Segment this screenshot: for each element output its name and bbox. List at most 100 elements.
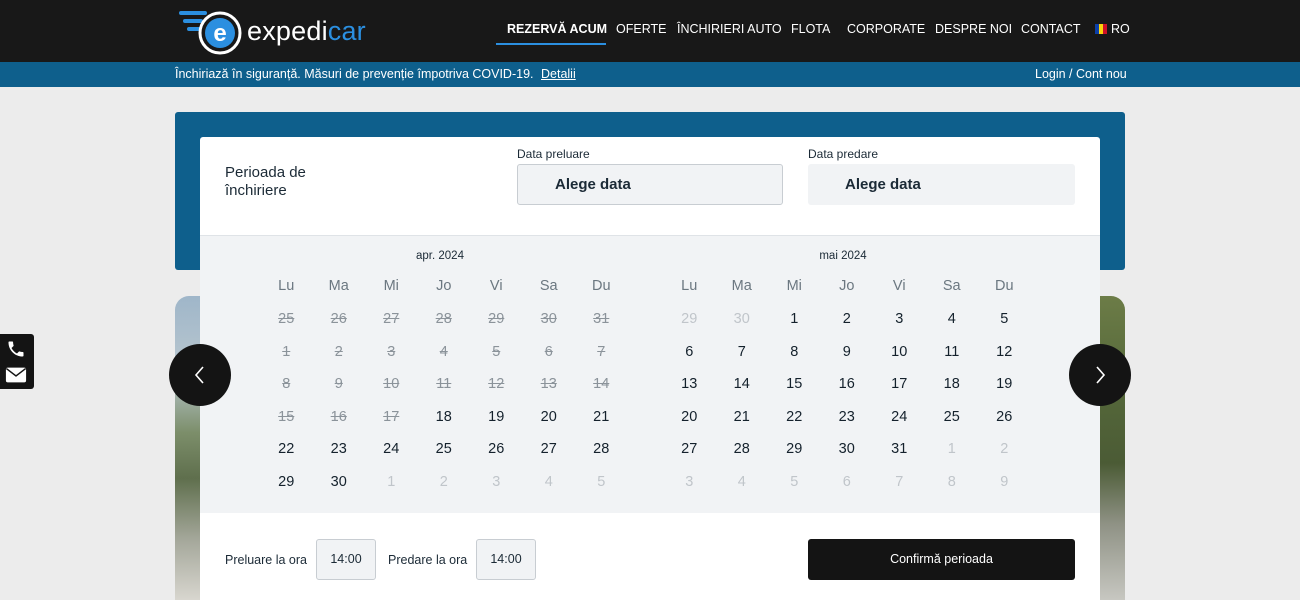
calendar-day[interactable]: 21 xyxy=(575,408,628,441)
confirm-period-button[interactable]: Confirmă perioada xyxy=(808,539,1075,580)
return-date-caption: Data predare xyxy=(808,147,879,161)
calendar-day-past: 16 xyxy=(330,408,347,425)
calendar-day[interactable]: 26 xyxy=(978,408,1031,441)
calendar-day[interactable]: 6 xyxy=(663,343,716,376)
calendar-day[interactable]: 28 xyxy=(716,440,769,473)
month-title: apr. 2024 xyxy=(416,250,464,262)
return-time-select[interactable]: 14:00 xyxy=(476,539,536,580)
calendar-day[interactable]: 23 xyxy=(313,440,366,473)
calendar-day[interactable]: 19 xyxy=(978,375,1031,408)
calendar-day[interactable]: 22 xyxy=(260,440,313,473)
month-grid: Lu Ma Mi Jo Vi Sa Du 29 30 1 2 3 4 5 6 7 8 9 10 11 12 13 14 15 1… xyxy=(663,278,1023,505)
previous-month-button[interactable] xyxy=(169,344,231,406)
calendar-day[interactable]: 24 xyxy=(365,440,418,473)
calendar-day[interactable]: 14 xyxy=(716,375,769,408)
weekday-header: Ma xyxy=(328,278,349,294)
calendar-day[interactable]: 17 xyxy=(873,375,926,408)
weekday-header: Vi xyxy=(892,278,906,294)
calendar-day[interactable]: 24 xyxy=(873,408,926,441)
calendar-day-past: 14 xyxy=(593,376,610,392)
calendar-day-past: 28 xyxy=(435,311,452,327)
calendar-day[interactable]: 9 xyxy=(821,343,874,376)
calendar-day[interactable]: 30 xyxy=(821,440,874,473)
chevron-right-icon xyxy=(1096,366,1106,384)
calendar-day-past: 30 xyxy=(540,311,557,327)
calendar-day[interactable]: 20 xyxy=(663,408,716,441)
calendar-day-past: 2 xyxy=(334,343,343,360)
language-selector[interactable]: RO xyxy=(1095,22,1130,36)
nav-rezerva-acum[interactable]: REZERVĂ ACUM xyxy=(507,22,607,36)
calendar-day-other-month: 2 xyxy=(1000,441,1009,457)
calendar-day[interactable]: 3 xyxy=(873,310,926,343)
month-grid: Lu Ma Mi Jo Vi Sa Du 25 26 27 28 29 30 31 1 2 3 4 5 6 7 8 9 10 1… xyxy=(260,278,620,505)
nav-contact[interactable]: CONTACT xyxy=(1021,22,1081,36)
calendar-day[interactable]: 20 xyxy=(523,408,576,441)
calendar-day[interactable]: 15 xyxy=(768,375,821,408)
nav-flota[interactable]: FLOTA xyxy=(791,22,830,36)
pickup-time-select[interactable]: 14:00 xyxy=(316,539,376,580)
calendar-day-past: 15 xyxy=(278,408,295,425)
calendar-day[interactable]: 27 xyxy=(523,440,576,473)
return-date-field[interactable]: Alege data xyxy=(808,164,1075,205)
calendar-day[interactable]: 16 xyxy=(821,375,874,408)
calendar-day[interactable]: 22 xyxy=(768,408,821,441)
calendar-day[interactable]: 30 xyxy=(313,473,366,506)
calendar-day[interactable]: 23 xyxy=(821,408,874,441)
calendar-day-past: 9 xyxy=(334,376,343,392)
calendar-day[interactable]: 13 xyxy=(663,375,716,408)
weekday-header: Vi xyxy=(489,278,503,294)
calendar-day-past: 31 xyxy=(593,311,610,327)
calendar-day[interactable]: 7 xyxy=(716,343,769,376)
calendar-day[interactable]: 28 xyxy=(575,440,628,473)
calendar-day[interactable]: 26 xyxy=(470,440,523,473)
calendar-day-past: 3 xyxy=(387,343,396,360)
calendar-day[interactable]: 29 xyxy=(768,440,821,473)
calendar-day[interactable]: 29 xyxy=(260,473,313,506)
calendar-day[interactable]: 18 xyxy=(418,408,471,441)
calendar-day-other-month: 29 xyxy=(681,311,698,327)
date-range-calendar: apr. 2024 Lu Ma Mi Jo Vi Sa Du 25 26 27 28 29 30 31 1 2… xyxy=(200,235,1100,513)
nav-corporate[interactable]: CORPORATE xyxy=(847,22,925,36)
calendar-day[interactable]: 11 xyxy=(926,343,979,376)
envelope-icon[interactable] xyxy=(5,366,27,384)
calendar-day-past: 1 xyxy=(282,343,291,360)
calendar-day-other-month: 5 xyxy=(597,473,606,490)
calendar-day[interactable]: 1 xyxy=(768,310,821,343)
language-label: RO xyxy=(1111,22,1130,36)
calendar-day[interactable]: 8 xyxy=(768,343,821,376)
calendar-day[interactable]: 4 xyxy=(926,310,979,343)
weekday-header: Lu xyxy=(278,278,295,294)
details-link[interactable]: Detalii xyxy=(541,67,576,81)
return-time-label: Predare la ora xyxy=(388,553,468,567)
nav-despre-noi[interactable]: DESPRE NOI xyxy=(935,22,1012,36)
calendar-day-other-month: 4 xyxy=(737,473,746,490)
calendar-day[interactable]: 21 xyxy=(716,408,769,441)
calendar-day-other-month: 30 xyxy=(733,311,750,327)
calendar-day-other-month: 9 xyxy=(1000,473,1009,490)
calendar-day[interactable]: 5 xyxy=(978,310,1031,343)
calendar-day[interactable]: 27 xyxy=(663,440,716,473)
pickup-date-field[interactable]: Alege data xyxy=(517,164,783,205)
calendar-day[interactable]: 10 xyxy=(873,343,926,376)
calendar-day[interactable]: 25 xyxy=(926,408,979,441)
weekday-header: Mi xyxy=(383,278,399,294)
next-month-button[interactable] xyxy=(1069,344,1131,406)
side-contact-widget xyxy=(0,334,34,389)
weekday-header: Sa xyxy=(942,278,961,294)
calendar-day-past: 4 xyxy=(439,343,448,360)
calendar-day[interactable]: 18 xyxy=(926,375,979,408)
weekday-header: Sa xyxy=(539,278,558,294)
calendar-day[interactable]: 2 xyxy=(821,310,874,343)
calendar-day[interactable]: 31 xyxy=(873,440,926,473)
phone-icon[interactable] xyxy=(6,339,26,359)
nav-oferte[interactable]: OFERTE xyxy=(616,22,666,36)
covid-info-bar: Închiriază în siguranță. Măsuri de preve… xyxy=(0,62,1300,87)
calendar-day[interactable]: 12 xyxy=(978,343,1031,376)
calendar-day[interactable]: 19 xyxy=(470,408,523,441)
calendar-day-other-month: 3 xyxy=(492,473,501,490)
nav-inchirieri-auto[interactable]: ÎNCHIRIERI AUTO xyxy=(677,22,782,36)
calendar-day[interactable]: 25 xyxy=(418,440,471,473)
calendar-day-past: 25 xyxy=(278,311,295,327)
login-link[interactable]: Login / Cont nou xyxy=(1035,67,1127,81)
active-nav-underline xyxy=(496,43,606,45)
